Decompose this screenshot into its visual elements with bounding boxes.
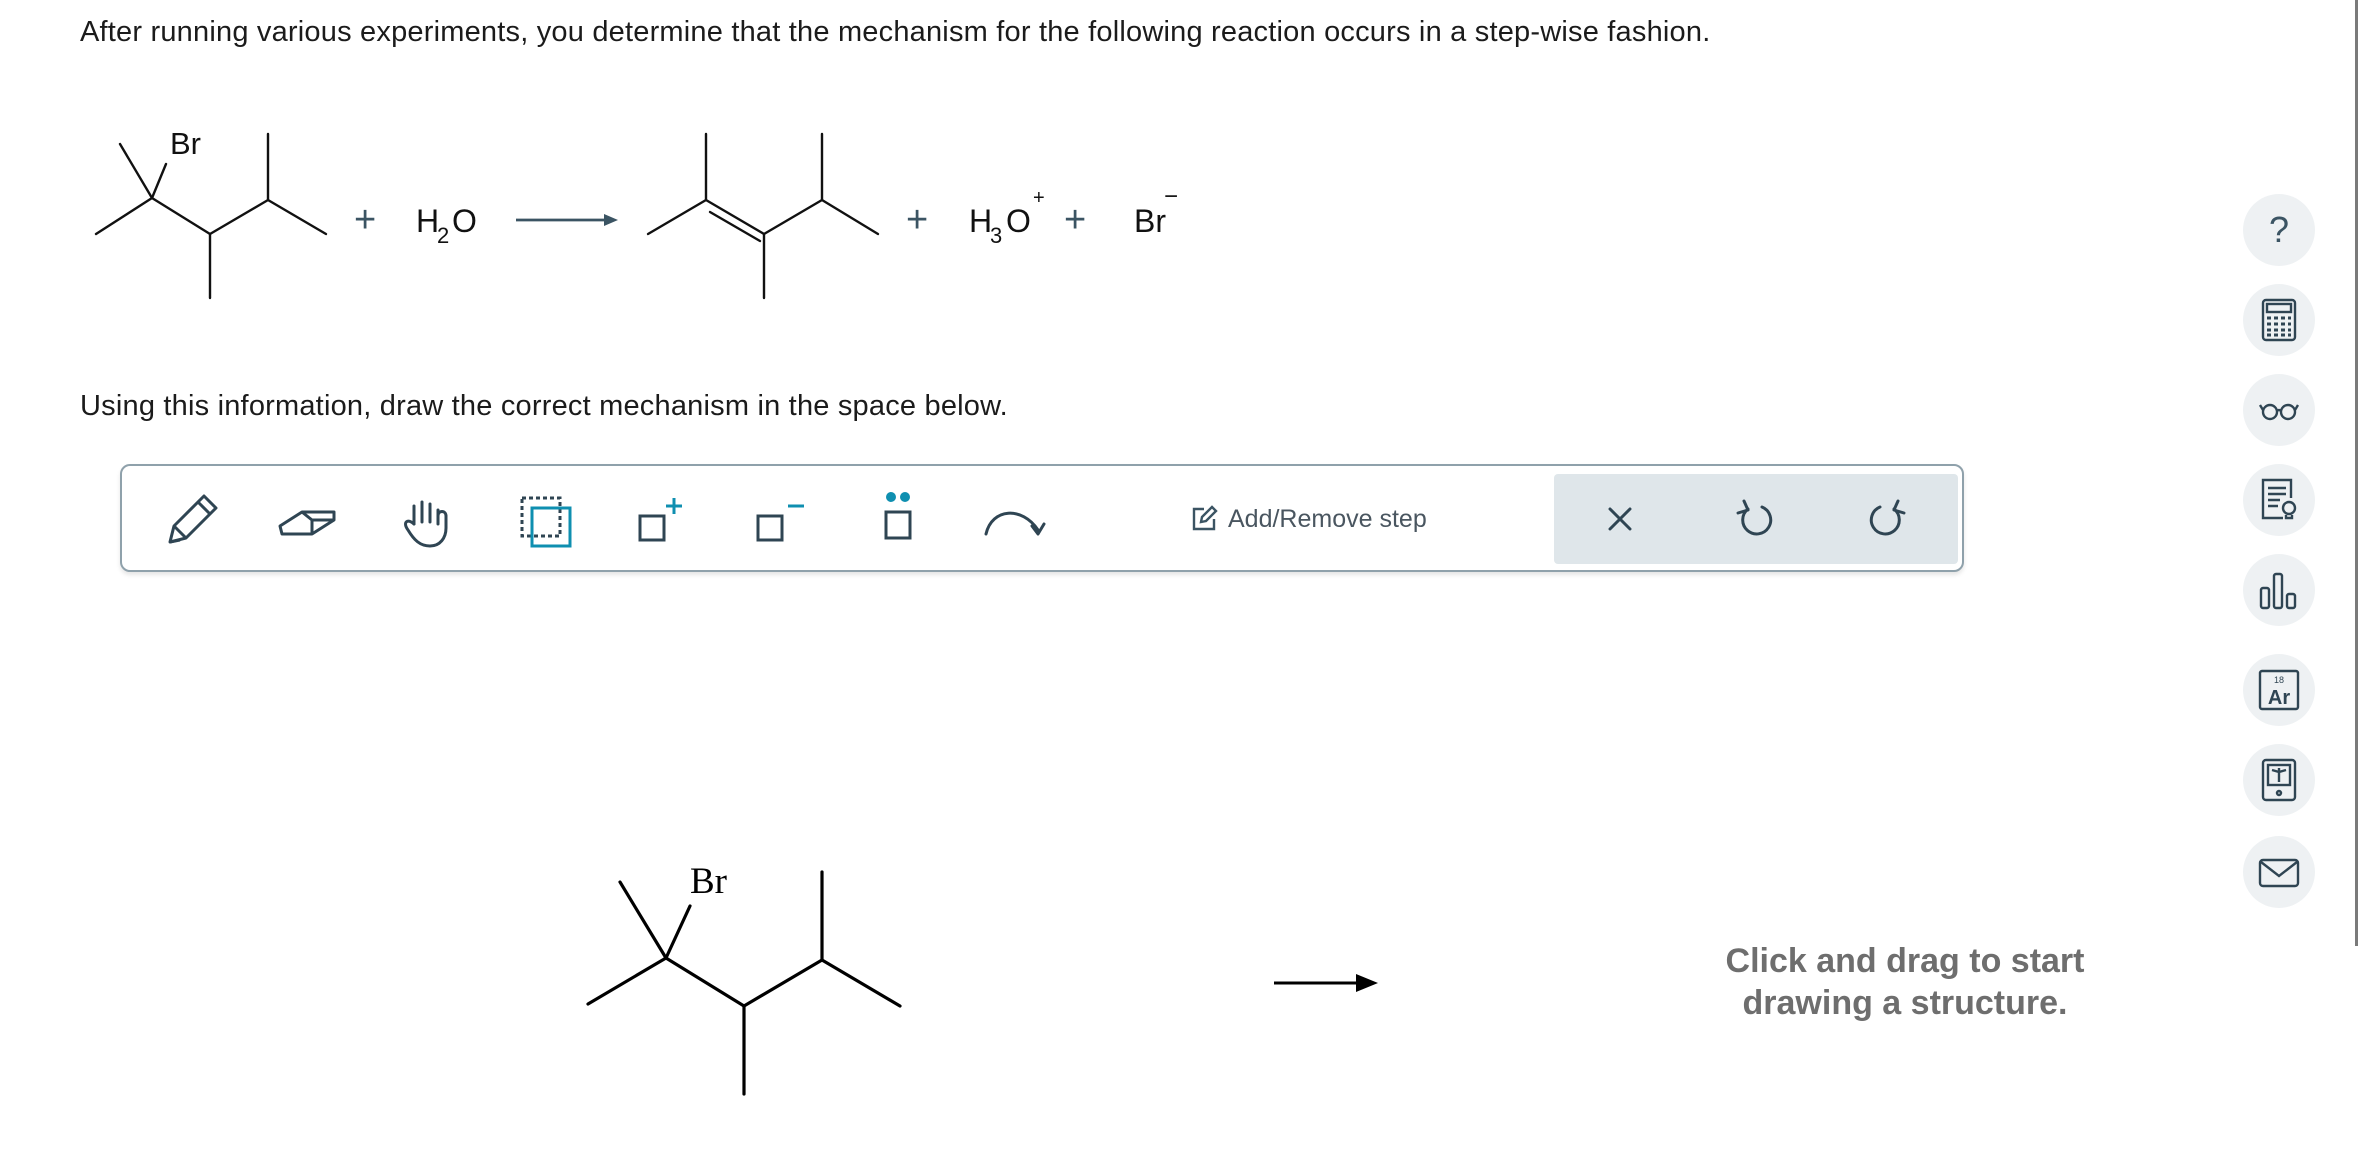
bond bbox=[266, 198, 328, 236]
periodic-table-icon[interactable]: 18 Ar bbox=[2243, 654, 2315, 726]
plus-sign: + bbox=[906, 199, 928, 241]
canvas-br-label: Br bbox=[690, 861, 727, 902]
canvas-hint: Click and drag to start drawing a struct… bbox=[1650, 940, 2160, 1024]
bond bbox=[820, 198, 880, 236]
water-h: H bbox=[416, 203, 439, 239]
water-subscript: 2 bbox=[437, 223, 449, 248]
curved-arrow-icon[interactable] bbox=[980, 484, 1052, 556]
close-icon[interactable] bbox=[1584, 483, 1656, 555]
bond bbox=[742, 958, 824, 1008]
hint-line-2: drawing a structure. bbox=[1742, 984, 2068, 1022]
drawing-toolbar: Add/Remove step bbox=[120, 464, 1964, 572]
bond bbox=[762, 198, 824, 236]
hydronium-o: O bbox=[1006, 203, 1031, 239]
pencil-icon[interactable] bbox=[154, 484, 226, 556]
hydronium-h: H bbox=[969, 203, 992, 239]
drawing-canvas[interactable]: Br bbox=[560, 840, 1400, 1100]
calculator-icon[interactable] bbox=[2243, 284, 2315, 356]
reactant-br-label: Br bbox=[170, 126, 201, 161]
periodic-symbol: Ar bbox=[2268, 687, 2290, 709]
add-remove-step-label: Add/Remove step bbox=[1228, 504, 1427, 533]
lone-pair-icon[interactable] bbox=[862, 484, 934, 556]
chart-icon[interactable] bbox=[2243, 554, 2315, 626]
edit-icon bbox=[1192, 505, 1218, 531]
water-o: O bbox=[452, 203, 477, 239]
action-group bbox=[1554, 474, 1958, 564]
bond bbox=[646, 198, 708, 236]
bond bbox=[208, 198, 270, 236]
mail-icon[interactable] bbox=[2243, 836, 2315, 908]
periodic-number: 18 bbox=[2274, 675, 2284, 685]
instruction-text: Using this information, draw the correct… bbox=[80, 390, 1008, 422]
redo-icon[interactable] bbox=[1852, 483, 1924, 555]
help-label: ? bbox=[2269, 209, 2289, 250]
remove-charge-icon[interactable] bbox=[744, 484, 816, 556]
bond bbox=[618, 880, 668, 960]
bond bbox=[586, 956, 668, 1006]
help-icon[interactable]: ? bbox=[2243, 194, 2315, 266]
bond bbox=[118, 142, 154, 200]
bond bbox=[150, 162, 168, 200]
bromide-charge: − bbox=[1164, 183, 1178, 210]
reaction-scheme: Br + H 2 O + H 3 O + + Br − bbox=[94, 126, 1178, 300]
bond bbox=[820, 958, 902, 1008]
add-remove-step-button[interactable]: Add/Remove step bbox=[1190, 496, 1427, 542]
question-text: After running various experiments, you d… bbox=[80, 16, 1711, 48]
hint-line-1: Click and drag to start bbox=[1725, 942, 2085, 980]
bond bbox=[704, 198, 766, 236]
bond bbox=[664, 904, 692, 960]
plus-sign: + bbox=[1064, 199, 1086, 241]
eraser-icon[interactable] bbox=[272, 484, 344, 556]
textbook-icon[interactable] bbox=[2243, 744, 2315, 816]
hint-icon[interactable] bbox=[2243, 464, 2315, 536]
plus-sign: + bbox=[354, 199, 376, 241]
undo-icon[interactable] bbox=[1718, 483, 1790, 555]
selection-icon[interactable] bbox=[508, 484, 580, 556]
add-charge-icon[interactable] bbox=[626, 484, 698, 556]
bond bbox=[664, 956, 746, 1008]
hydronium-charge: + bbox=[1033, 187, 1045, 209]
bromide-br: Br bbox=[1134, 203, 1166, 239]
bond bbox=[94, 196, 154, 236]
hand-icon[interactable] bbox=[390, 484, 462, 556]
bond bbox=[150, 196, 212, 236]
hydronium-subscript: 3 bbox=[990, 223, 1002, 248]
glasses-icon[interactable] bbox=[2243, 374, 2315, 446]
canvas-arrow-head bbox=[1356, 974, 1378, 992]
reaction-arrow-head bbox=[604, 214, 618, 226]
scrollbar[interactable] bbox=[2355, 0, 2358, 946]
